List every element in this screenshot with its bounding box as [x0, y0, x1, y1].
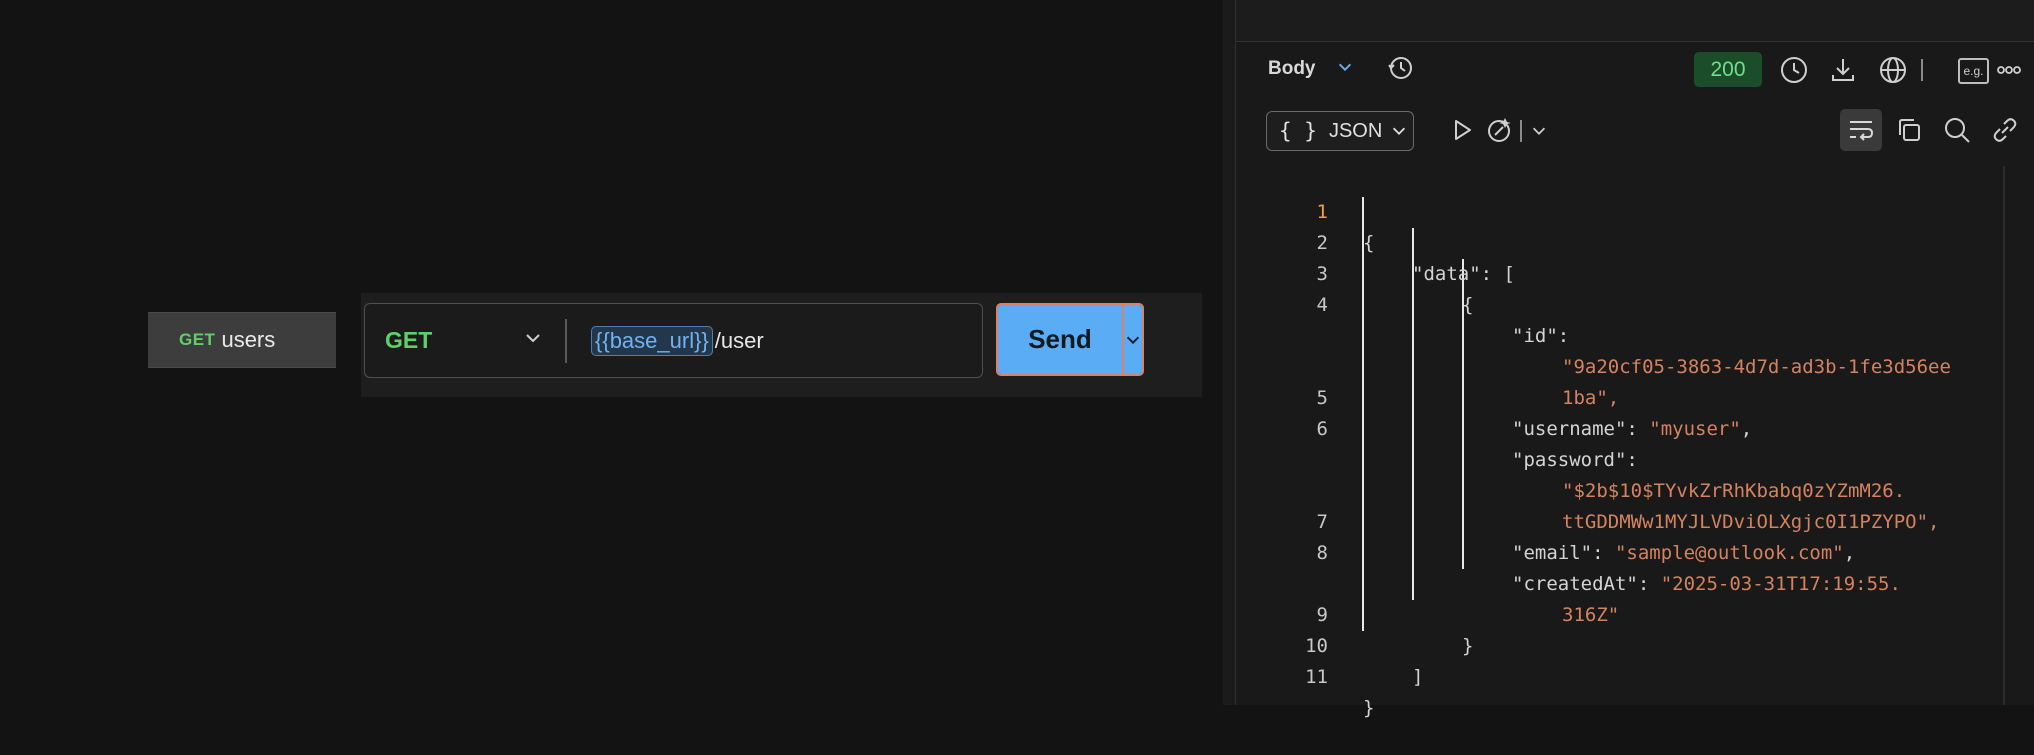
code-line: 6 "password":	[1236, 383, 1638, 471]
copy-icon[interactable]	[1894, 115, 1924, 145]
chevron-down-icon	[1124, 331, 1142, 349]
chevron-down-icon	[523, 328, 543, 353]
code-line: 3 {	[1236, 228, 1474, 316]
code-line: 5 "username": "myuser",	[1236, 352, 1753, 440]
request-tab-method: GET	[179, 330, 216, 349]
code-text: }	[1462, 635, 1474, 657]
code-text: "username": "myuser",	[1512, 418, 1753, 440]
examples-label: e.g.	[1963, 64, 1984, 78]
history-icon[interactable]	[1386, 54, 1414, 82]
toolbar-separator	[1520, 120, 1522, 142]
code-line: 7 "email": "sample@outlook.com",	[1236, 476, 1856, 564]
code-text: "email": "sample@outlook.com",	[1512, 542, 1856, 564]
code-line: 2 "data": [	[1236, 197, 1515, 285]
visualize-icon[interactable]	[1485, 115, 1515, 145]
url-bar: GET {{base_url}}/user Send	[361, 293, 1202, 397]
status-badge: 200	[1694, 52, 1762, 87]
examples-icon[interactable]: e.g.	[1958, 58, 1989, 84]
send-options-button[interactable]	[1124, 305, 1142, 374]
format-label: JSON	[1328, 119, 1383, 142]
code-text: "9a20cf05-3863-4d7d-ad3b-1fe3d56ee	[1562, 356, 1951, 378]
download-icon[interactable]	[1828, 55, 1858, 85]
code-line: 316Z"	[1236, 538, 1619, 626]
search-icon[interactable]	[1942, 115, 1972, 145]
code-text: 1ba",	[1562, 387, 1620, 409]
code-line: 11 }	[1236, 631, 1374, 719]
method-label: GET	[385, 327, 433, 353]
url-path: /user	[714, 327, 764, 353]
chevron-down-icon[interactable]	[1530, 122, 1548, 140]
url-input[interactable]: {{base_url}}/user	[567, 304, 982, 377]
globe-icon[interactable]	[1878, 55, 1908, 85]
send-button-group: Send	[996, 303, 1144, 376]
code-text: "$2b$10$TYvkZrRhKbabq0zYZmM26.	[1562, 480, 1906, 502]
line-number: 11	[1305, 666, 1328, 688]
url-input-group: GET {{base_url}}/user	[364, 303, 983, 378]
code-line: ttGDDMWw1MYJLVDviOLXgjc0I1PZYPO",	[1236, 445, 1940, 533]
indent-guide	[1362, 197, 1364, 631]
code-line: 9 }	[1236, 569, 1474, 657]
base-url-variable[interactable]: {{base_url}}	[591, 325, 713, 356]
code-text: ]	[1412, 666, 1424, 688]
response-time-icon[interactable]	[1779, 55, 1809, 85]
code-text: "createdAt": "2025-03-31T17:19:55.	[1512, 573, 1901, 595]
wrap-lines-icon[interactable]	[1846, 115, 1876, 145]
toolbar-separator	[1921, 59, 1923, 81]
chevron-down-icon	[1390, 122, 1408, 140]
code-text: {	[1462, 294, 1474, 316]
response-panel: Body 200 e.g. { } JSON 1 {2 "data": [3…	[1236, 0, 2034, 719]
code-text: "password":	[1512, 449, 1638, 471]
request-tab-users[interactable]: GET users	[148, 312, 336, 368]
code-line: 1 {	[1236, 166, 1375, 254]
more-options-icon[interactable]	[1994, 55, 2024, 85]
code-text: ttGDDMWw1MYJLVDviOLXgjc0I1PZYPO",	[1562, 511, 1940, 533]
code-text: 316Z"	[1562, 604, 1620, 626]
body-format-toolbar: { } JSON	[1236, 108, 2034, 156]
format-brace-icon: { }	[1279, 119, 1317, 143]
code-line: "9a20cf05-3863-4d7d-ad3b-1fe3d56ee	[1236, 290, 1951, 378]
body-section-label[interactable]: Body	[1268, 58, 1316, 80]
code-scrollbar-track[interactable]	[2003, 166, 2005, 705]
link-icon[interactable]	[1990, 115, 2020, 145]
send-button[interactable]: Send	[998, 305, 1124, 374]
request-tab-name: users	[221, 327, 276, 352]
response-toolbar: Body 200 e.g.	[1236, 42, 2034, 96]
code-line: 8 "createdAt": "2025-03-31T17:19:55.	[1236, 507, 1901, 595]
code-line: 10 ]	[1236, 600, 1423, 688]
play-icon[interactable]	[1449, 117, 1475, 143]
code-line: "$2b$10$TYvkZrRhKbabq0zYZmM26.	[1236, 414, 1905, 502]
chevron-down-icon[interactable]	[1336, 58, 1354, 76]
code-text: "id":	[1512, 325, 1570, 347]
code-text: }	[1363, 697, 1375, 719]
format-select[interactable]: { } JSON	[1266, 111, 1414, 151]
method-select[interactable]: GET	[365, 304, 565, 377]
panel-resize-handle[interactable]	[1223, 0, 1235, 705]
response-panel-header	[1236, 0, 2034, 42]
code-line: 1ba",	[1236, 321, 1619, 409]
code-text: "data": [	[1412, 263, 1515, 285]
code-text: {	[1363, 232, 1375, 254]
code-line: 4 "id":	[1236, 259, 1570, 347]
